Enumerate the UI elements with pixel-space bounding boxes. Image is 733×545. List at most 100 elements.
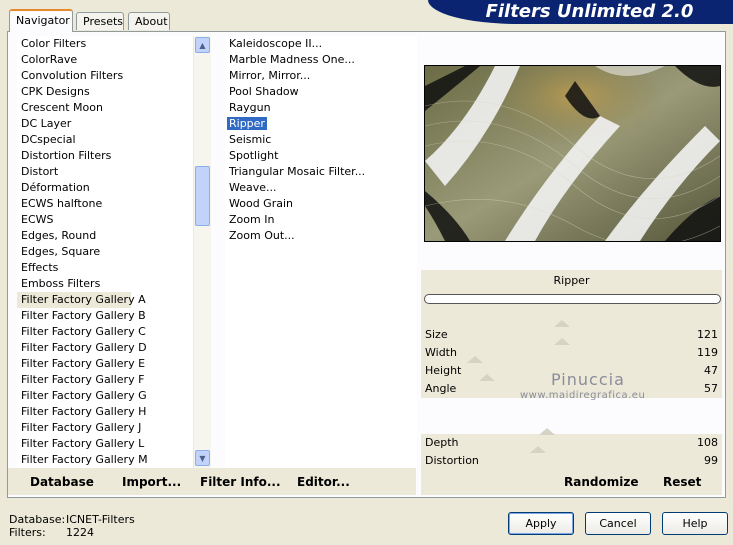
filter-info-button[interactable]: Filter Info... [200, 475, 281, 489]
category-item[interactable]: Effects [17, 260, 193, 276]
category-item[interactable]: Crescent Moon [17, 100, 193, 116]
database-info: Database: ICNET-Filters [9, 513, 135, 526]
filter-item-label: Weave... [229, 181, 277, 194]
filter-item[interactable]: Seismic [225, 132, 417, 148]
category-scrollbar[interactable]: ▲ ▼ [193, 36, 211, 468]
param-row[interactable]: Depth 108 [421, 428, 722, 452]
database-button[interactable]: Database [30, 475, 94, 489]
filter-item[interactable]: Zoom Out... [225, 228, 417, 244]
category-item[interactable]: Filter Factory Gallery D [17, 340, 193, 356]
param-label: Size [425, 328, 448, 341]
category-item[interactable]: CPK Designs [17, 84, 193, 100]
category-item[interactable]: Filter Factory Gallery B [17, 308, 193, 324]
category-item[interactable]: DC Layer [17, 116, 193, 132]
scroll-up-button[interactable]: ▲ [195, 37, 210, 53]
slider-thumb[interactable] [539, 428, 555, 435]
filter-item-label: Zoom Out... [229, 229, 295, 242]
filter-item-label: Triangular Mosaic Filter... [229, 165, 366, 178]
param-label: Height [425, 364, 462, 377]
tab-presets[interactable]: Presets [76, 12, 124, 30]
category-item[interactable]: Filter Factory Gallery G [17, 388, 193, 404]
category-item[interactable]: Convolution Filters [17, 68, 193, 84]
slider-thumb[interactable] [530, 446, 546, 453]
filters-count-label: Filters: [9, 526, 46, 539]
param-value: 57 [704, 382, 718, 395]
param-label: Distortion [425, 454, 479, 467]
category-item[interactable]: Emboss Filters [17, 276, 193, 292]
filter-list[interactable]: Kaleidoscope II... Marble Madness One... M… [225, 36, 417, 468]
category-item[interactable]: DCspecial [17, 132, 193, 148]
param-value: 47 [704, 364, 718, 377]
param-label: Angle [425, 382, 457, 395]
filter-name-label: Ripper [553, 274, 590, 287]
category-item[interactable]: Distortion Filters [17, 148, 193, 164]
apply-button[interactable]: Apply [508, 512, 574, 535]
param-value: 99 [704, 454, 718, 467]
watermark-url: www.maidiregrafica.eu [520, 390, 646, 401]
category-item[interactable]: ColorRave [17, 52, 193, 68]
filter-item-label: Ripper [227, 117, 267, 130]
filter-item[interactable]: Weave... [225, 180, 417, 196]
param-value: 119 [697, 346, 718, 359]
category-item[interactable]: ECWS halftone [17, 196, 193, 212]
slider-thumb[interactable] [467, 356, 483, 363]
category-item[interactable]: ECWS [17, 212, 193, 228]
tab-about[interactable]: About [128, 12, 170, 30]
filter-item[interactable]: Marble Madness One... [225, 52, 417, 68]
scroll-down-button[interactable]: ▼ [195, 450, 210, 466]
slider-thumb[interactable] [479, 374, 495, 381]
param-button-bar: Randomize Reset [421, 470, 722, 495]
category-item[interactable]: Filter Factory Gallery F [17, 372, 193, 388]
reset-button[interactable]: Reset [663, 475, 701, 489]
param-label: Width [425, 346, 457, 359]
filter-item[interactable]: Pool Shadow [225, 84, 417, 100]
filter-item[interactable]: Triangular Mosaic Filter... [225, 164, 417, 180]
slider-thumb[interactable] [554, 320, 570, 327]
category-item[interactable]: Filter Factory Gallery L [17, 436, 193, 452]
filter-item[interactable]: Wood Grain [225, 196, 417, 212]
randomize-button[interactable]: Randomize [564, 475, 638, 489]
filter-item[interactable]: Kaleidoscope II... [225, 36, 417, 52]
filter-item-label: Wood Grain [229, 197, 293, 210]
filter-item-label: Spotlight [229, 149, 279, 162]
filter-item-label: Raygun [229, 101, 271, 114]
filter-item[interactable]: Raygun [225, 100, 417, 116]
database-value: ICNET-Filters [66, 513, 135, 526]
param-value: 121 [697, 328, 718, 341]
help-button[interactable]: Help [662, 512, 728, 535]
param-row[interactable]: Distortion 99 [421, 446, 722, 470]
category-item[interactable]: Déformation [17, 180, 193, 196]
import-button[interactable]: Import... [122, 475, 181, 489]
progress-bar [424, 294, 721, 304]
slider-thumb[interactable] [554, 338, 570, 345]
category-item[interactable]: Filter Factory Gallery J [17, 420, 193, 436]
filter-item[interactable]: Ripper [225, 116, 417, 132]
cancel-button[interactable]: Cancel [585, 512, 651, 535]
param-row[interactable]: Size 121 [421, 320, 722, 344]
param-label: Depth [425, 436, 459, 449]
category-item[interactable]: Filter Factory Gallery E [17, 356, 193, 372]
editor-button[interactable]: Editor... [297, 475, 350, 489]
category-item[interactable]: Filter Factory Gallery H [17, 404, 193, 420]
filter-item[interactable]: Mirror, Mirror... [225, 68, 417, 84]
category-item[interactable]: Filter Factory Gallery C [17, 324, 193, 340]
param-row[interactable] [421, 416, 722, 434]
scroll-thumb[interactable] [195, 166, 210, 226]
category-item[interactable]: Filter Factory Gallery A [17, 292, 146, 308]
filter-item[interactable]: Zoom In [225, 212, 417, 228]
tab-navigator[interactable]: Navigator [9, 9, 73, 32]
preview-image [424, 56, 721, 247]
category-list[interactable]: Color Filters ColorRave Convolution Filter… [17, 36, 193, 468]
category-item[interactable]: Distort [17, 164, 193, 180]
category-item[interactable]: Color Filters [17, 36, 193, 52]
filter-item[interactable]: Spotlight [225, 148, 417, 164]
category-item[interactable]: Edges, Round [17, 228, 193, 244]
category-item[interactable]: Filter Factory Gallery M [17, 452, 193, 468]
app-title-banner: Filters Unlimited 2.0 [428, 0, 733, 24]
ripper-preview-graphic [424, 56, 721, 247]
filters-info: Filters: 1224 [9, 526, 94, 539]
filters-count-value: 1224 [66, 526, 94, 539]
category-item[interactable]: Edges, Square [17, 244, 193, 260]
filter-item-label: Mirror, Mirror... [229, 69, 311, 82]
filter-item-label: Marble Madness One... [229, 53, 355, 66]
